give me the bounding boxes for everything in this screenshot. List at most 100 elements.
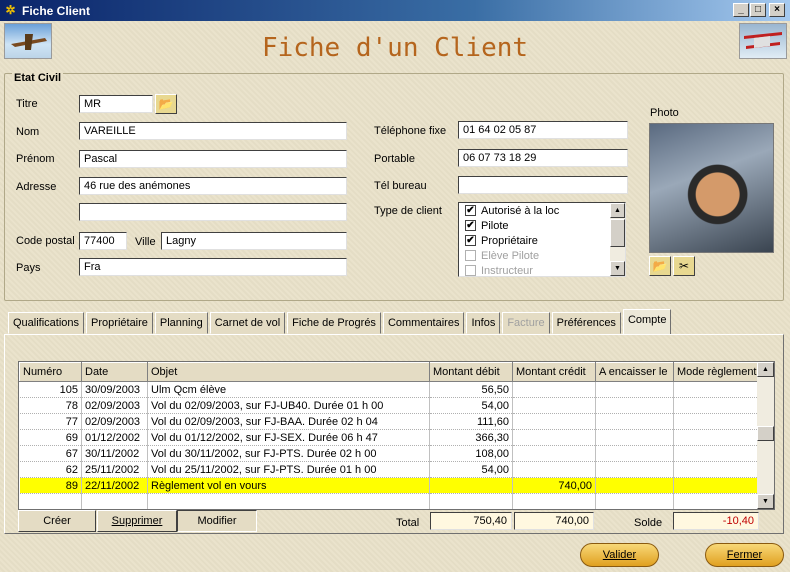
type-client-scrollbar[interactable]: ▲ ▼	[610, 203, 625, 276]
column-header[interactable]: Numéro	[19, 362, 82, 382]
table-row[interactable]: 69 01/12/2002 Vol du 01/12/2002, sur FJ-SE…	[19, 429, 760, 446]
scroll-up-icon[interactable]: ▲	[610, 203, 625, 218]
photo-cut-icon[interactable]: ✂	[673, 256, 695, 276]
tab-commentaires[interactable]: Commentaires	[382, 312, 465, 334]
column-header[interactable]: Montant débit	[429, 362, 513, 382]
total-label: Total	[396, 517, 420, 529]
ville-field[interactable]: Lagny	[161, 232, 347, 250]
app-icon: ✲	[5, 3, 16, 17]
table-scroll-up-icon[interactable]: ▲	[757, 362, 774, 377]
table-row[interactable]	[19, 493, 760, 509]
fermer-button[interactable]: Fermer	[705, 543, 784, 567]
supprimer-button[interactable]: Supprimer	[97, 510, 177, 532]
table-row[interactable]: 105 30/09/2003 Ulm Qcm élève 56,50	[19, 381, 760, 398]
nom-field[interactable]: VAREILLE	[79, 122, 347, 140]
checkbox-empty-icon[interactable]	[465, 265, 476, 276]
type-client-option[interactable]: Instructeur	[459, 263, 625, 276]
cell-debit: 54,00	[429, 397, 513, 414]
column-header[interactable]: A encaisser le	[595, 362, 674, 382]
close-button[interactable]: ×	[769, 3, 785, 17]
tel-fixe-label: Téléphone fixe	[374, 125, 447, 137]
minimize-button[interactable]: _	[733, 3, 749, 17]
total-debit-field: 750,40	[430, 512, 512, 530]
table-row[interactable]: 78 02/09/2003 Vol du 02/09/2003, sur FJ-UB…	[19, 397, 760, 414]
tel-bureau-field[interactable]	[458, 176, 628, 194]
type-client-option[interactable]: ✔ Pilote	[459, 218, 625, 233]
tab-compte[interactable]: Compte	[622, 309, 672, 334]
tab-planning[interactable]: Planning	[154, 312, 208, 334]
cell-numero: 105	[19, 381, 82, 398]
cell-numero: 62	[19, 461, 82, 478]
checkbox-checked-icon[interactable]: ✔	[465, 205, 476, 216]
tab-carnet-de-vol[interactable]: Carnet de vol	[209, 312, 286, 334]
type-client-label: Type de client	[374, 205, 442, 217]
type-client-option[interactable]: Elève Pilote	[459, 248, 625, 263]
adresse2-field[interactable]	[79, 203, 347, 221]
cell-date: 02/09/2003	[81, 413, 148, 430]
cell-numero: 67	[19, 445, 82, 462]
table-row[interactable]: 77 02/09/2003 Vol du 02/09/2003, sur FJ-BA…	[19, 413, 760, 430]
titre-field[interactable]: MR	[79, 95, 153, 113]
tab-qualifications[interactable]: Qualifications	[8, 312, 85, 334]
tab-facture[interactable]: Facture	[502, 312, 550, 334]
cell-encaisser	[595, 381, 674, 398]
code-postal-label: Code postal	[16, 235, 75, 247]
table-scrollbar[interactable]: ▲ ▼	[757, 362, 774, 509]
cell-numero: 77	[19, 413, 82, 430]
adresse-field[interactable]: 46 rue des anémones	[79, 177, 347, 195]
compte-table[interactable]: Numéro Date Objet Montant débit Montant créd…	[18, 361, 775, 510]
cell-encaisser	[595, 413, 674, 430]
cell-date: 02/09/2003	[81, 397, 148, 414]
column-header[interactable]: Mode règlement	[673, 362, 760, 382]
valider-button[interactable]: Valider	[580, 543, 659, 567]
type-client-option-label: Autorisé à la loc	[481, 204, 560, 217]
prenom-field[interactable]: Pascal	[79, 150, 347, 168]
creer-button[interactable]: Créer	[18, 510, 96, 532]
title-bar[interactable]: ✲ Fiche Client _ □ ×	[0, 0, 790, 21]
table-row[interactable]: 62 25/11/2002 Vol du 25/11/2002, sur FJ-PT…	[19, 461, 760, 478]
checkbox-checked-icon[interactable]: ✔	[465, 220, 476, 231]
table-row[interactable]: 89 22/11/2002 Règlement vol en vours 740,00	[19, 477, 760, 494]
total-credit-field: 740,00	[514, 512, 594, 530]
cell-date: 30/11/2002	[81, 445, 148, 462]
checkbox-empty-icon[interactable]	[465, 250, 476, 261]
folder-open-icon[interactable]: 📂	[155, 94, 177, 114]
column-header[interactable]: Objet	[147, 362, 430, 382]
type-client-option[interactable]: ✔ Propriétaire	[459, 233, 625, 248]
type-client-list[interactable]: ✔ Autorisé à la loc ✔ Pilote ✔ Propriétaire El…	[458, 202, 626, 277]
cell-debit: 108,00	[429, 445, 513, 462]
cell-numero: 69	[19, 429, 82, 446]
solde-field: -10,40	[673, 512, 759, 530]
cell-date: 22/11/2002	[81, 477, 148, 494]
scroll-thumb[interactable]	[610, 219, 625, 247]
type-client-option[interactable]: ✔ Autorisé à la loc	[459, 203, 625, 218]
code-postal-field[interactable]: 77400	[79, 232, 127, 250]
scroll-down-icon[interactable]: ▼	[610, 261, 625, 276]
cell-debit: 366,30	[429, 429, 513, 446]
column-header[interactable]: Date	[81, 362, 148, 382]
checkbox-checked-icon[interactable]: ✔	[465, 235, 476, 246]
portable-field[interactable]: 06 07 73 18 29	[458, 149, 628, 167]
pays-field[interactable]: Fra	[79, 258, 347, 276]
tab-fiche-de-progr-s[interactable]: Fiche de Progrés	[287, 312, 381, 334]
cell-encaisser	[595, 445, 674, 462]
tab-infos[interactable]: Infos	[466, 312, 501, 334]
cell-objet: Vol du 02/09/2003, sur FJ-UB40. Durée 01…	[147, 397, 430, 414]
window-title: Fiche Client	[22, 4, 91, 18]
table-scroll-down-icon[interactable]: ▼	[757, 494, 774, 509]
cell-mode	[673, 445, 760, 462]
photo-open-icon[interactable]: 📂	[649, 256, 671, 276]
tel-fixe-field[interactable]: 01 64 02 05 87	[458, 121, 628, 139]
cell-mode	[673, 397, 760, 414]
tab-pr-f-rences[interactable]: Préférences	[551, 312, 621, 334]
tab-propri-taire[interactable]: Propriétaire	[86, 312, 153, 334]
table-scroll-thumb[interactable]	[757, 426, 774, 441]
table-row[interactable]: 67 30/11/2002 Vol du 30/11/2002, sur FJ-PT…	[19, 445, 760, 462]
maximize-button[interactable]: □	[750, 3, 766, 17]
cell-mode	[673, 493, 760, 509]
cell-numero: 78	[19, 397, 82, 414]
cell-date: 25/11/2002	[81, 461, 148, 478]
modifier-button[interactable]: Modifier	[177, 510, 257, 532]
cell-encaisser	[595, 461, 674, 478]
column-header[interactable]: Montant crédit	[512, 362, 596, 382]
